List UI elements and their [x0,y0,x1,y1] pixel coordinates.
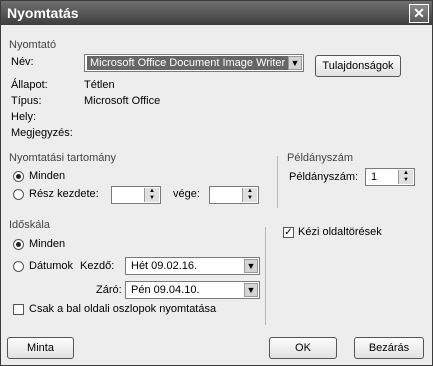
timescale-end-value: Pén 09.04.10. [131,284,200,296]
timescale-start-value: Hét 09.02.16. [131,260,198,272]
chevron-down-icon[interactable]: ▼ [244,259,258,273]
timescale-all-label: Minden [29,238,66,250]
range-start-field[interactable]: ▲ ▼ [111,186,161,204]
timescale-start-label: Kezdő: [80,260,115,272]
spinner-icon[interactable]: ▲ ▼ [398,170,413,184]
range-end-field[interactable]: ▲ ▼ [209,186,259,204]
range-all-radio[interactable] [13,171,24,182]
timescale-dates-label: Dátumok [29,260,74,272]
title-bar: Nyomtatás ✕ [1,1,432,25]
type-value: Microsoft Office [84,95,161,107]
printer-section-title: Nyomtató [9,39,57,51]
ok-button[interactable]: OK [269,337,337,359]
copies-section-title: Példányszám [287,152,354,164]
copies-field[interactable]: 1 ▲ ▼ [365,168,415,186]
spinner-icon[interactable]: ▲ ▼ [242,188,257,202]
timescale-all-radio[interactable] [13,239,24,250]
range-end-label: vége: [173,188,200,200]
range-all-label: Minden [29,170,66,182]
chevron-down-icon[interactable]: ▼ [288,56,302,70]
timescale-section-title: Időskála [9,219,50,231]
close-icon[interactable]: ✕ [409,4,429,23]
chevron-down-icon[interactable]: ▼ [244,283,258,297]
print-range-section-title: Nyomtatási tartomány [9,152,116,164]
range-part-label: Rész kezdete: [29,188,99,200]
printer-name-select[interactable]: Microsoft Office Document Image Writer ▼ [84,54,304,72]
timescale-end-label: Záró: [96,284,122,296]
manual-page-breaks-checkbox[interactable]: ✓ [283,227,294,238]
print-dialog: Nyomtatás ✕ Nyomtató Név: Microsoft Offi… [0,0,433,366]
timescale-end-select[interactable]: Pén 09.04.10. ▼ [125,281,260,299]
left-columns-label: Csak a bal oldali oszlopok nyomtatása [29,303,217,315]
status-value: Tétlen [84,79,115,91]
printer-name-label: Név: [11,56,34,68]
left-columns-checkbox[interactable] [13,304,24,315]
timescale-start-select[interactable]: Hét 09.02.16. ▼ [125,257,260,275]
cancel-button[interactable]: Bezárás [354,337,424,359]
comment-label: Megjegyzés: [11,127,73,139]
timescale-dates-radio[interactable] [13,261,24,272]
copies-value: 1 [371,171,378,183]
manual-page-breaks-label: Kézi oldaltörések [298,226,382,238]
location-label: Hely: [11,111,37,123]
status-label: Állapot: [11,79,48,91]
properties-button[interactable]: Tulajdonságok [315,55,401,77]
copies-label: Példányszám: [289,171,359,183]
printer-name-value: Microsoft Office Document Image Writer [87,56,289,70]
spinner-icon[interactable]: ▲ ▼ [144,188,159,202]
window-title: Nyomtatás [7,5,79,21]
range-part-radio[interactable] [13,189,24,200]
preview-button[interactable]: Minta [7,337,74,359]
type-label: Típus: [11,95,42,107]
